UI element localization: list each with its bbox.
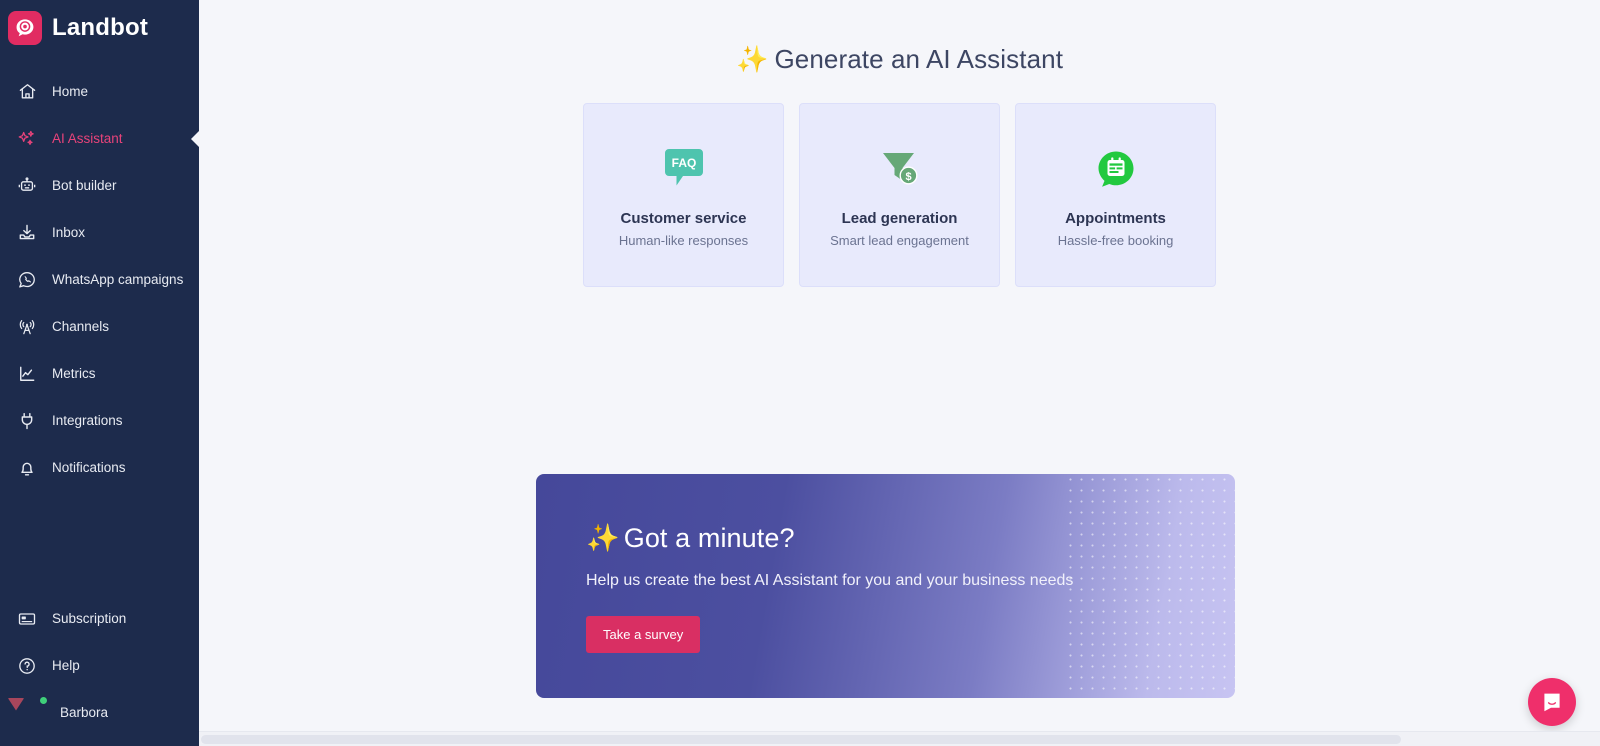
user-name: Barbora [60,705,109,720]
page-title: ✨ Generate an AI Assistant [199,44,1600,75]
chat-bubble-icon [1544,693,1560,712]
sidebar-item-label: AI Assistant [52,131,123,146]
app-root: Landbot Home AI Assistant Bot builder In… [0,0,1600,746]
bell-icon [16,457,38,479]
card-title: Lead generation [841,210,958,227]
survey-banner: ✨ Got a minute? Help us create the best A… [536,474,1235,698]
scrollbar-thumb[interactable] [201,735,1401,744]
card-title: Customer service [620,210,747,227]
sidebar-item-label: Metrics [52,366,96,381]
funnel-dollar-icon: $ [878,146,922,192]
landbot-logo-icon [8,11,42,45]
whatsapp-icon [16,269,38,291]
sidebar-nav: Home AI Assistant Bot builder Inbox What… [0,68,200,491]
sidebar-item-help[interactable]: Help [0,642,199,689]
sidebar-item-bot-builder[interactable]: Bot builder [0,162,199,209]
sidebar-item-subscription[interactable]: Subscription [0,595,199,642]
card-subtitle: Smart lead engagement [830,233,969,248]
sidebar-item-label: WhatsApp campaigns [52,272,184,287]
assistant-type-cards: FAQ Customer service Human-like response… [199,103,1600,287]
card-appointments[interactable]: Appointments Hassle-free booking [1015,103,1216,287]
sparkles-emoji-icon: ✨ [735,44,769,74]
sidebar-item-user[interactable]: Barbora [0,689,199,736]
main-content: ✨ Generate an AI Assistant FAQ Customer s… [199,0,1600,746]
banner-title-text: Got a minute? [623,523,795,553]
sidebar-item-label: Notifications [52,460,126,475]
sidebar-item-home[interactable]: Home [0,68,199,115]
svg-text:FAQ: FAQ [671,156,696,170]
sidebar-item-ai-assistant[interactable]: AI Assistant [0,115,200,162]
plug-icon [16,410,38,432]
sidebar-item-label: Bot builder [52,178,117,193]
sidebar-item-channels[interactable]: Channels [0,303,199,350]
status-badge [39,695,48,705]
sidebar-item-inbox[interactable]: Inbox [0,209,199,256]
line-chart-icon [16,363,38,385]
faq-speech-bubble-icon: FAQ [663,146,705,192]
sidebar-item-label: Subscription [52,611,127,626]
card-subtitle: Human-like responses [618,233,749,248]
brand[interactable]: Landbot [0,0,199,48]
sidebar-item-label: Channels [52,319,110,334]
horizontal-scrollbar[interactable] [199,731,1600,746]
chat-launcher-button[interactable] [1528,678,1576,726]
sidebar-item-label: Home [52,84,89,99]
card-subtitle: Hassle-free booking [1057,233,1174,248]
banner-title: ✨ Got a minute? [586,522,1235,554]
sidebar-item-integrations[interactable]: Integrations [0,397,199,444]
inbox-tray-icon [16,222,38,244]
home-icon [16,81,38,103]
card-customer-service[interactable]: FAQ Customer service Human-like response… [583,103,784,287]
sidebar-bottom-nav: Subscription Help Barbora [0,595,199,746]
question-circle-icon [16,655,38,677]
calendar-bubble-icon [1096,146,1136,192]
brand-name: Landbot [52,14,149,41]
sidebar-item-notifications[interactable]: Notifications [0,444,199,491]
sidebar-item-label: Integrations [52,413,123,428]
credit-card-icon [16,608,38,630]
card-lead-generation[interactable]: $ Lead generation Smart lead engagement [799,103,1000,287]
sidebar-item-label: Inbox [52,225,86,240]
sparkles-emoji-icon: ✨ [586,523,620,553]
take-survey-button[interactable]: Take a survey [586,616,701,653]
sidebar-item-label: Help [52,658,80,673]
svg-text:$: $ [905,171,911,183]
robot-icon [16,175,38,197]
banner-subtitle: Help us create the best AI Assistant for… [586,572,1074,589]
sparkles-icon [16,128,38,150]
sidebar: Landbot Home AI Assistant Bot builder In… [0,0,200,746]
page-title-text: Generate an AI Assistant [774,44,1064,74]
broadcast-tower-icon [16,316,38,338]
sidebar-item-whatsapp-campaigns[interactable]: WhatsApp campaigns [0,256,199,303]
avatar [16,695,48,728]
card-title: Appointments [1065,210,1166,227]
sidebar-item-metrics[interactable]: Metrics [0,350,199,397]
